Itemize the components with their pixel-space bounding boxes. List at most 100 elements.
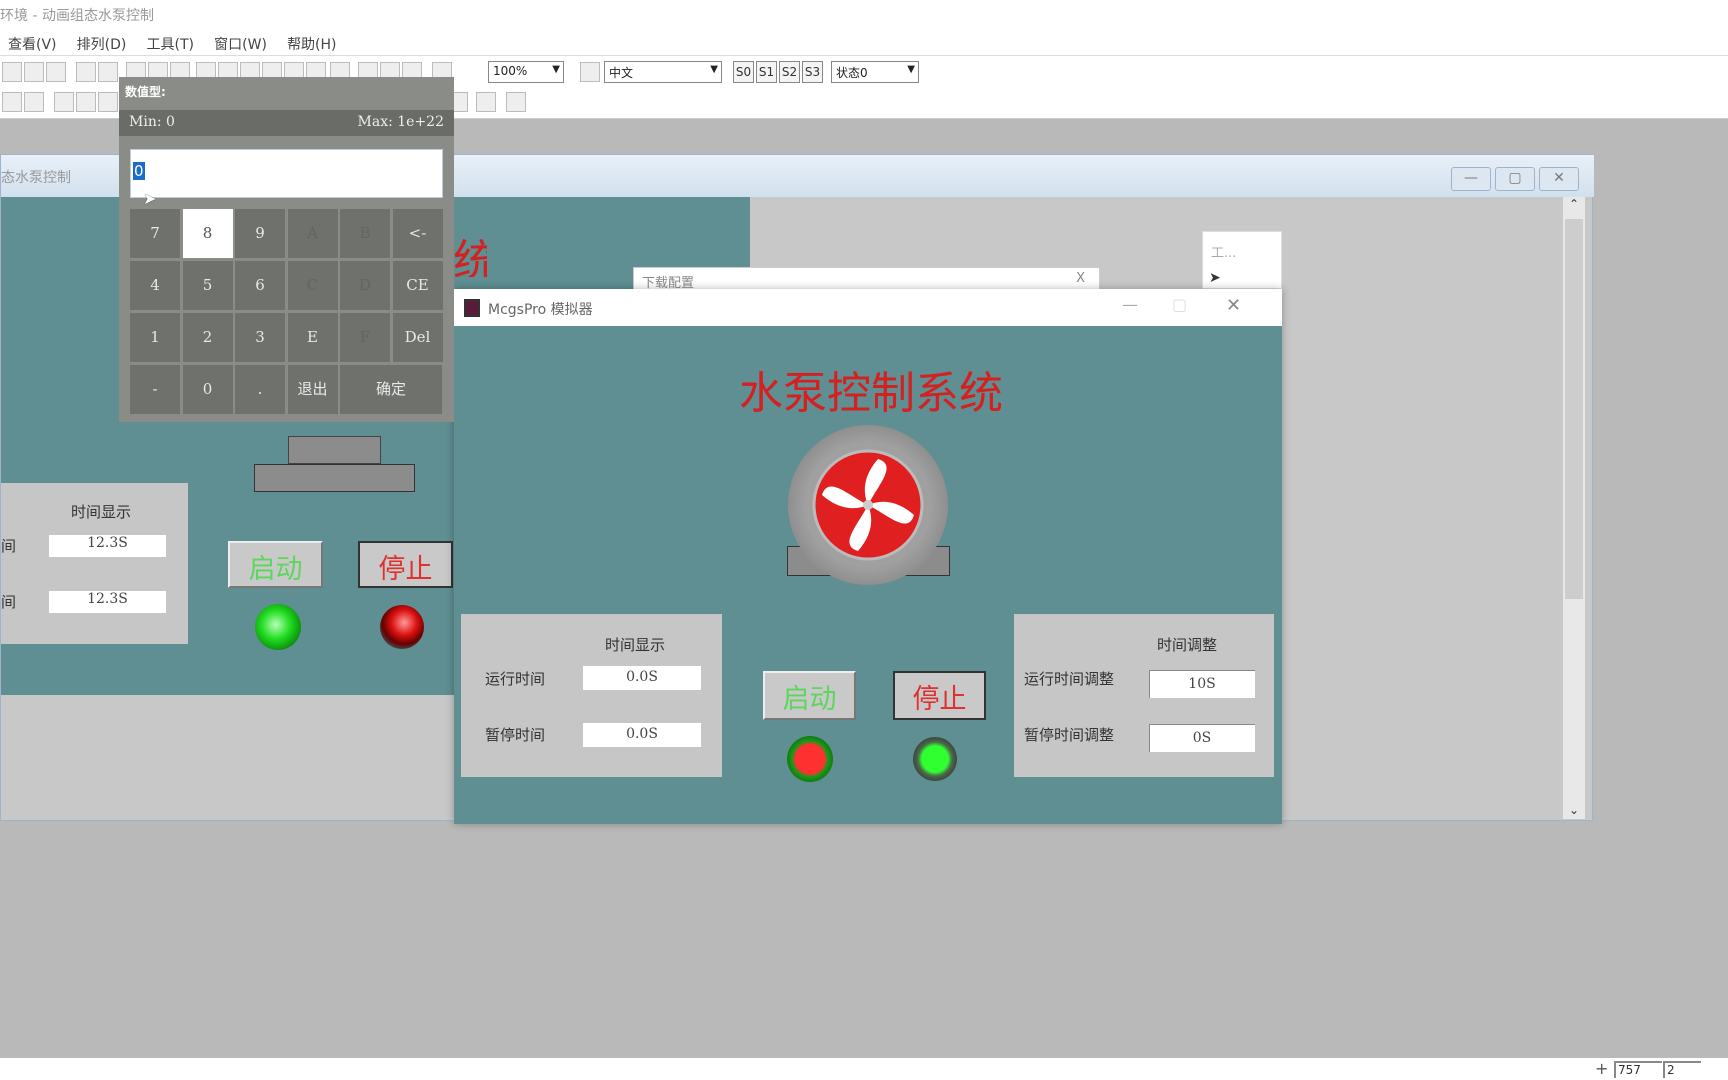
- close-icon[interactable]: X: [1076, 271, 1085, 286]
- key-8[interactable]: 6: [235, 261, 285, 310]
- key-9[interactable]: C: [287, 261, 338, 310]
- vertical-scrollbar[interactable]: ⌃ ⌄: [1563, 197, 1585, 819]
- toolbar-button[interactable]: [46, 62, 66, 82]
- toolbar-button[interactable]: [76, 62, 96, 82]
- fan-icon: [812, 449, 924, 561]
- pause-time-adjust-input[interactable]: 0S: [1149, 724, 1255, 752]
- key-21[interactable]: 退出: [287, 365, 338, 414]
- toolbar-button[interactable]: [2, 92, 22, 112]
- toolbar-button[interactable]: [2, 62, 22, 82]
- key-10[interactable]: D: [340, 261, 390, 310]
- key-13[interactable]: 2: [182, 313, 233, 362]
- toolbar-button[interactable]: [476, 92, 496, 112]
- pointer-tool-icon[interactable]: ➤: [1209, 270, 1221, 286]
- state-s3-button[interactable]: S3: [802, 61, 823, 83]
- key-7[interactable]: 5: [182, 261, 233, 310]
- time-adjust-panel: 时间调整 运行时间调整 10S 暂停时间调整 0S: [1014, 614, 1274, 777]
- key-3[interactable]: A: [287, 209, 338, 258]
- scroll-down-icon[interactable]: ⌄: [1563, 803, 1585, 817]
- key-5[interactable]: <-: [392, 209, 443, 258]
- start-button[interactable]: 启动: [228, 541, 323, 588]
- min-label: Min: 0: [129, 114, 175, 130]
- minimize-button[interactable]: —: [1122, 295, 1138, 314]
- zoom-select[interactable]: 100% ▼: [488, 61, 564, 83]
- key-2[interactable]: 9: [235, 209, 285, 258]
- time-display-panel: 时间显示 运行时间 0.0S 暂停时间 0.0S: [461, 614, 722, 777]
- run-time-field: 0.0S: [583, 666, 701, 690]
- start-button[interactable]: 启动: [763, 671, 856, 720]
- key-6[interactable]: 4: [130, 261, 180, 310]
- max-label: Max: 1e+22: [357, 114, 444, 130]
- key-1[interactable]: 8: [182, 209, 233, 258]
- state-s0-button[interactable]: S0: [733, 61, 754, 83]
- toolbar-button[interactable]: [580, 62, 600, 82]
- scroll-up-icon[interactable]: ⌃: [1563, 197, 1585, 211]
- menu-window[interactable]: 窗口(W): [214, 34, 267, 54]
- key-18[interactable]: -: [130, 365, 180, 414]
- key-15[interactable]: E: [287, 313, 338, 362]
- state-s2-button[interactable]: S2: [779, 61, 800, 83]
- key-22[interactable]: 确定: [340, 365, 442, 414]
- state-s1-button[interactable]: S1: [756, 61, 777, 83]
- menu-arrange[interactable]: 排列(D): [77, 34, 127, 54]
- zoom-value: 100%: [493, 64, 528, 78]
- toolbar-button[interactable]: [98, 92, 118, 112]
- cursor-x-readout: 757: [1614, 1061, 1662, 1078]
- menu-tools[interactable]: 工具(T): [147, 34, 194, 54]
- chevron-down-icon: ▼: [710, 64, 718, 75]
- stop-button[interactable]: 停止: [893, 671, 986, 720]
- key-20[interactable]: .: [235, 365, 285, 414]
- key-4[interactable]: B: [340, 209, 390, 258]
- value-input[interactable]: 0: [130, 149, 443, 198]
- run-time-field: 12.3S: [49, 535, 166, 557]
- close-button[interactable]: ✕: [1226, 295, 1241, 316]
- stop-button[interactable]: 停止: [358, 541, 453, 588]
- key-14[interactable]: 3: [235, 313, 285, 362]
- page-heading: 水泵控制系统: [739, 368, 1003, 419]
- toolbar-button[interactable]: [506, 92, 526, 112]
- scroll-thumb[interactable]: [1565, 219, 1583, 599]
- run-time-label: 间: [1, 537, 17, 555]
- maximize-button[interactable]: ▢: [1495, 167, 1535, 191]
- run-time-adjust-input[interactable]: 10S: [1149, 670, 1255, 698]
- toolbar-button[interactable]: [24, 92, 44, 112]
- menu-view[interactable]: 查看(V): [8, 34, 57, 54]
- panel-title: 时间调整: [1157, 636, 1218, 654]
- crosshair-icon: +: [1595, 1059, 1609, 1078]
- toolbar-button[interactable]: [98, 62, 118, 82]
- minimize-button[interactable]: —: [1451, 167, 1491, 191]
- value-text: 0: [133, 162, 145, 180]
- simulator-title-bar: McgsPro 模拟器 — ▢ ✕: [454, 289, 1282, 326]
- language-value: 中文: [609, 66, 634, 80]
- panel-title: 时间显示: [71, 503, 132, 521]
- numeric-keypad: 数值型: Min: 0 Max: 1e+22 0 7 8 9 A B <- 4 5 6 C D CE 1…: [119, 77, 454, 422]
- key-11[interactable]: CE: [392, 261, 443, 310]
- key-0[interactable]: 7: [130, 209, 180, 258]
- app-title-bar: 环境 - 动画组态水泵控制: [0, 0, 1728, 28]
- toolbar-button[interactable]: [76, 92, 96, 112]
- state-select[interactable]: 状态0 ▼: [831, 61, 919, 83]
- app-icon: [464, 299, 480, 317]
- mouse-cursor-icon: ➤: [143, 189, 157, 208]
- language-select[interactable]: 中文 ▼: [604, 61, 722, 83]
- menu-bar: 查看(V) 排列(D) 工具(T) 窗口(W) 帮助(H): [0, 28, 1728, 56]
- key-12[interactable]: 1: [130, 313, 180, 362]
- pause-time-label: 暂停时间: [485, 726, 546, 744]
- maximize-button[interactable]: ▢: [1172, 295, 1187, 314]
- toolbar-button[interactable]: [24, 62, 44, 82]
- time-display-panel: 时间显示 间 12.3S 间 12.3S: [1, 483, 188, 644]
- key-17[interactable]: Del: [392, 313, 443, 362]
- run-indicator-lamp: [255, 604, 301, 650]
- state-value: 状态0: [836, 66, 868, 80]
- key-16[interactable]: F: [340, 313, 390, 362]
- chevron-down-icon: ▼: [907, 64, 915, 75]
- stop-indicator-lamp: [380, 605, 424, 649]
- pump-base: [254, 464, 415, 492]
- menu-help[interactable]: 帮助(H): [287, 34, 336, 54]
- pause-time-field: 12.3S: [49, 591, 166, 613]
- toolbox-window: 工... ➤: [1202, 231, 1282, 289]
- close-button[interactable]: ✕: [1539, 167, 1579, 191]
- editor-title: 态水泵控制: [1, 170, 71, 186]
- key-19[interactable]: 0: [182, 365, 233, 414]
- toolbar-button[interactable]: [54, 92, 74, 112]
